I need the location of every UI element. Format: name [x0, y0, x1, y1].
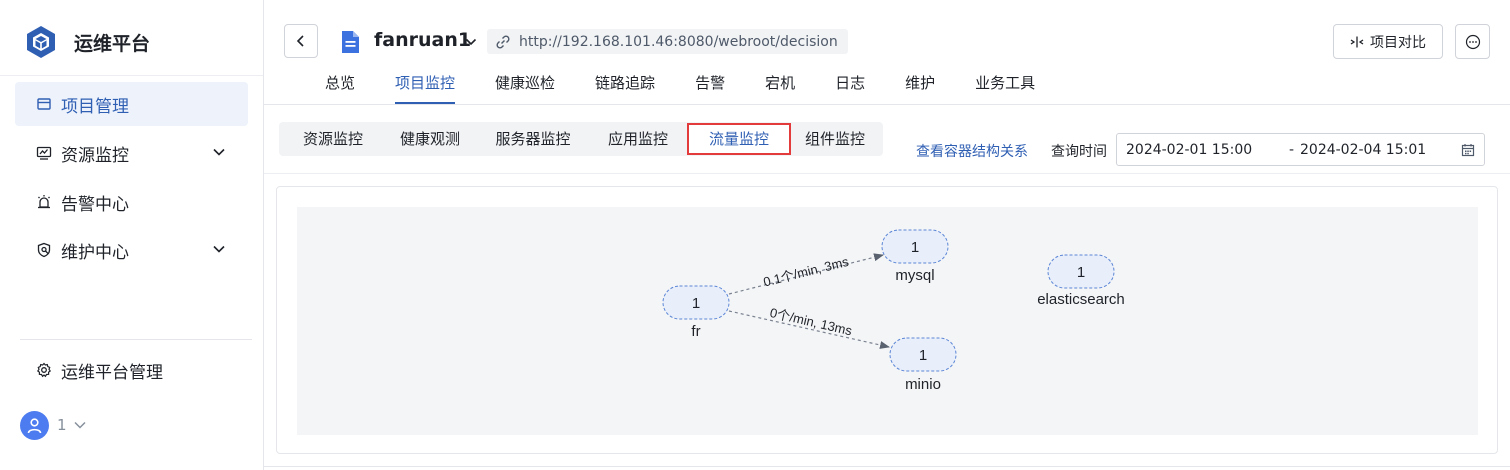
compare-icon: [1350, 36, 1364, 47]
date-range-picker[interactable]: 2024-02-01 15:00 - 2024-02-04 15:01: [1116, 133, 1485, 166]
sidebar: 运维平台 项目管理 资源监控 告警中心 维护中心 运维平台管理 1: [0, 0, 264, 470]
chevron-down-icon: [213, 245, 225, 253]
node-minio[interactable]: 1 minio: [889, 337, 957, 393]
node-elasticsearch[interactable]: 1 elasticsearch: [1037, 254, 1125, 308]
user-name: 1: [57, 416, 67, 434]
edge-label: 0个/min, 13ms: [768, 305, 854, 339]
back-button[interactable]: [284, 24, 318, 58]
sidebar-item-label: 运维平台管理: [61, 362, 163, 383]
cube-logo-icon: [27, 26, 55, 58]
node-label: mysql: [895, 267, 934, 284]
traffic-topology-graph: 0.1个/min, 3ms 0个/min, 13ms 1 fr 1 mysql …: [297, 207, 1478, 435]
calendar-icon[interactable]: [1461, 143, 1475, 157]
avatar: [20, 410, 49, 440]
subtab-traffic-monitor[interactable]: 流量监控: [687, 123, 791, 155]
node-count: 1: [1077, 264, 1085, 281]
node-mysql[interactable]: 1 mysql: [881, 229, 949, 284]
date-end-input[interactable]: 2024-02-04 15:01: [1300, 142, 1426, 158]
chevron-down-icon[interactable]: [464, 35, 478, 49]
subtab-component-monitor[interactable]: 组件监控: [791, 122, 879, 156]
more-icon: [1465, 34, 1480, 49]
document-icon: [342, 31, 359, 53]
sidebar-item-resource-monitor[interactable]: 资源监控: [15, 131, 248, 175]
tab-maintenance[interactable]: 维护: [885, 64, 955, 104]
chevron-down-icon: [74, 421, 86, 429]
project-url[interactable]: http://192.168.101.46:8080/webroot/decis…: [487, 29, 848, 54]
sidebar-item-label: 项目管理: [61, 96, 129, 117]
top-tabs: 总览 项目监控 健康巡检 链路追踪 告警 宕机 日志 维护 业务工具: [305, 64, 1055, 104]
tab-trace[interactable]: 链路追踪: [575, 64, 675, 104]
project-name[interactable]: fanruan1: [374, 29, 471, 51]
link-icon: [496, 34, 510, 49]
divider: [264, 466, 1510, 467]
brand-title: 运维平台: [74, 32, 151, 55]
node-label: minio: [905, 376, 941, 393]
node-fr[interactable]: 1 fr: [662, 285, 730, 340]
sidebar-item-label: 告警中心: [61, 194, 129, 215]
view-container-relation-link[interactable]: 查看容器结构关系: [916, 141, 1028, 161]
monitor-chart-icon: [35, 144, 53, 162]
sidebar-item-alarm-center[interactable]: 告警中心: [15, 180, 248, 224]
chevron-down-icon: [213, 148, 225, 156]
tab-project-monitor[interactable]: 项目监控: [375, 64, 475, 104]
user-icon: [27, 417, 42, 433]
tab-downtime[interactable]: 宕机: [745, 64, 815, 104]
subtab-resource-monitor[interactable]: 资源监控: [283, 122, 383, 156]
node-count: 1: [692, 295, 700, 312]
more-button[interactable]: [1455, 24, 1490, 59]
chevron-left-icon: [296, 35, 304, 47]
divider: [264, 104, 1510, 105]
shield-wrench-icon: [35, 241, 53, 259]
sidebar-item-maintenance-center[interactable]: 维护中心: [15, 228, 248, 272]
subtab-health-observation[interactable]: 健康观测: [383, 122, 477, 156]
node-label: elasticsearch: [1037, 291, 1125, 308]
project-compare-button[interactable]: 项目对比: [1333, 24, 1443, 59]
folder-icon: [35, 95, 53, 113]
divider: [20, 339, 252, 340]
tab-log[interactable]: 日志: [815, 64, 885, 104]
project-compare-label: 项目对比: [1370, 34, 1426, 51]
tab-alarm[interactable]: 告警: [675, 64, 745, 104]
node-count: 1: [919, 347, 927, 364]
tab-business-tools[interactable]: 业务工具: [955, 64, 1055, 104]
tab-health-inspection[interactable]: 健康巡检: [475, 64, 575, 104]
node-label: fr: [691, 323, 700, 340]
subtab-server-monitor[interactable]: 服务器监控: [477, 122, 589, 156]
edge-label: 0.1个/min, 3ms: [762, 254, 851, 290]
gear-icon: [35, 361, 53, 379]
project-url-text: http://192.168.101.46:8080/webroot/decis…: [519, 33, 838, 50]
divider: [0, 75, 263, 76]
sidebar-item-project-management[interactable]: 项目管理: [15, 82, 248, 126]
query-time-label: 查询时间: [1051, 144, 1107, 160]
date-separator: -: [1289, 142, 1295, 158]
sidebar-item-platform-admin[interactable]: 运维平台管理: [15, 348, 248, 392]
tab-overview[interactable]: 总览: [305, 64, 375, 104]
subtab-app-monitor[interactable]: 应用监控: [589, 122, 687, 156]
user-menu[interactable]: 1: [20, 410, 87, 440]
alarm-icon: [35, 193, 53, 211]
sidebar-item-label: 维护中心: [61, 242, 129, 263]
sidebar-item-label: 资源监控: [61, 145, 129, 166]
topology-svg: 0.1个/min, 3ms 0个/min, 13ms 1 fr 1 mysql …: [662, 229, 1125, 393]
divider: [264, 173, 1510, 174]
node-count: 1: [911, 239, 919, 256]
brand[interactable]: 运维平台: [24, 22, 150, 62]
date-start-input[interactable]: 2024-02-01 15:00: [1126, 142, 1252, 158]
sub-tabs: 资源监控 健康观测 服务器监控 应用监控 流量监控 组件监控: [279, 122, 883, 156]
traffic-graph-panel: 0.1个/min, 3ms 0个/min, 13ms 1 fr 1 mysql …: [276, 186, 1498, 454]
